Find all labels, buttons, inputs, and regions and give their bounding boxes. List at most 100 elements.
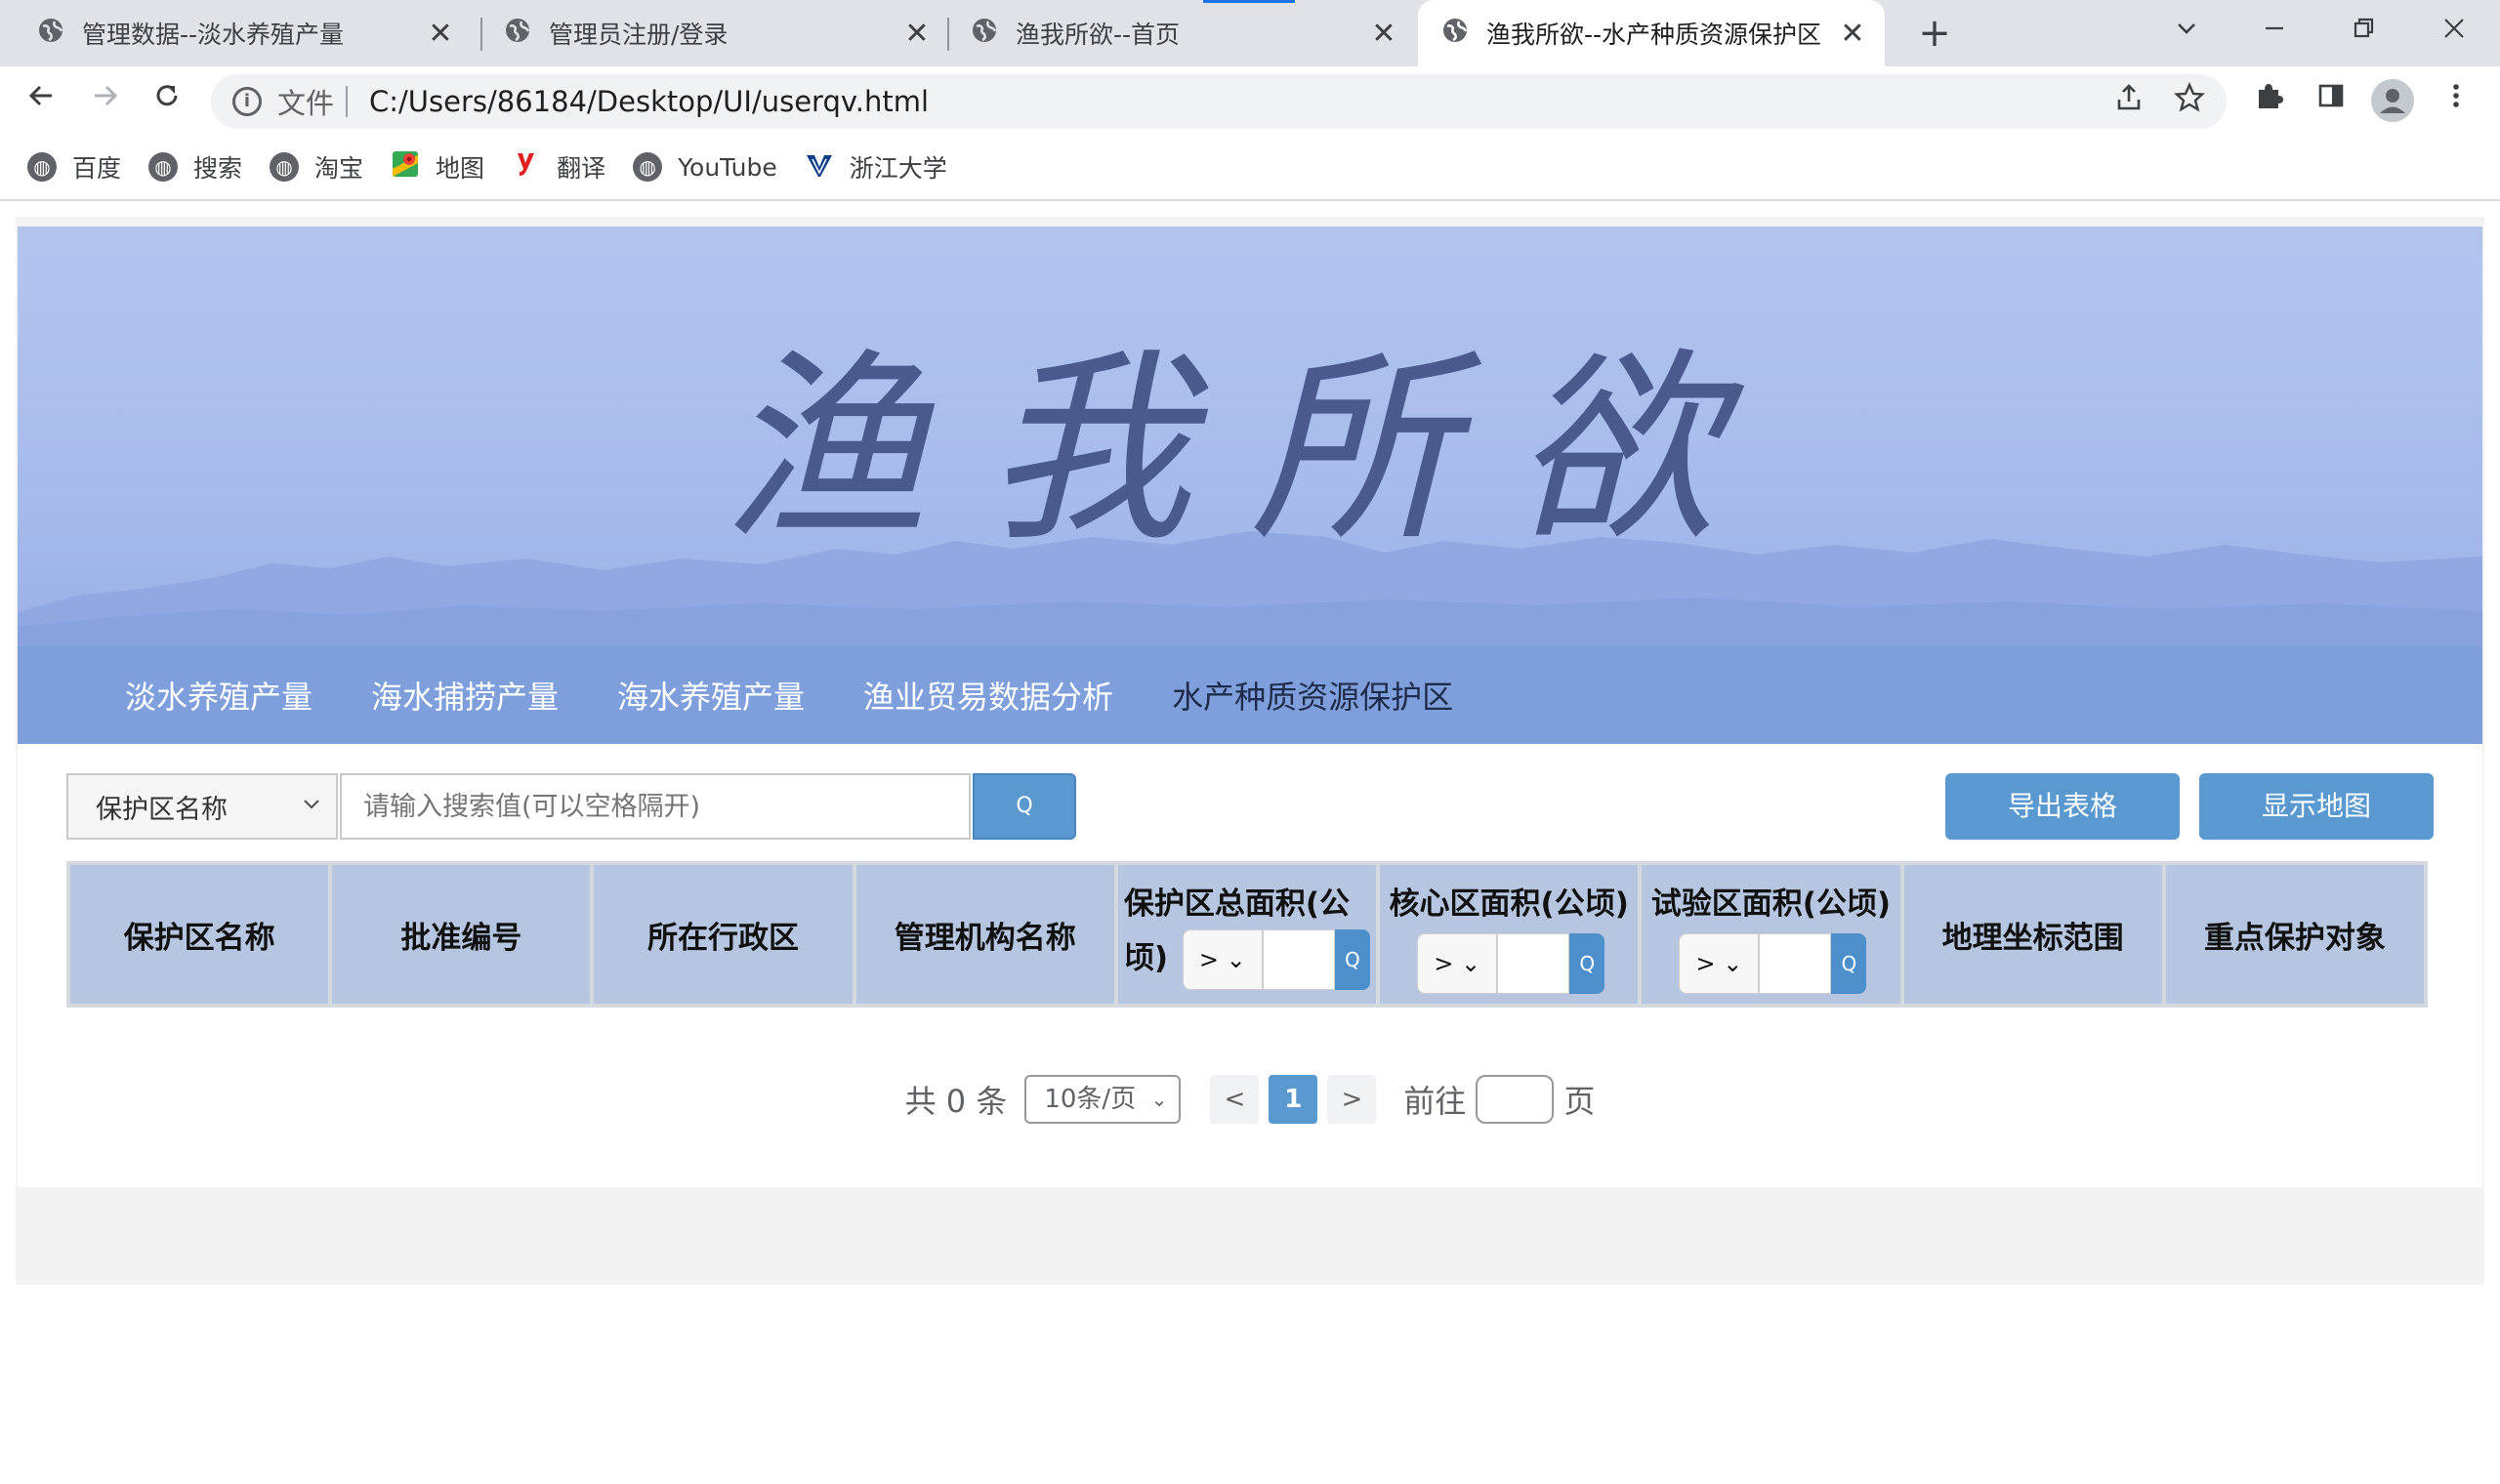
more-menu-icon[interactable] <box>2432 76 2480 125</box>
main-content: 保护区名称 Q 导出表格 显示地图 保护区名称 批准编号 所在行政区 管理机构名… <box>18 744 2482 1187</box>
column-header: 批准编号 <box>328 861 595 1008</box>
nav-trade-analysis[interactable]: 渔业贸易数据分析 <box>863 673 1113 718</box>
bookmark-label: 地图 <box>436 154 485 183</box>
url-text[interactable]: C:/Users/86184/Desktop/UI/userqv.html <box>369 85 929 118</box>
column-header-filterable: 试验区面积(公顷) > ⌄ Q <box>1638 861 1904 1008</box>
search-input[interactable] <box>340 773 971 840</box>
info-icon[interactable]: i <box>232 87 262 116</box>
search-field-select[interactable]: 保护区名称 <box>66 773 338 840</box>
filter-operator-select[interactable]: > ⌄ <box>1182 929 1263 990</box>
globe-icon: ◍ <box>27 152 57 182</box>
column-header-label: 核心区面积(公顷) <box>1389 886 1629 922</box>
filter-operator-select[interactable]: > ⌄ <box>1417 933 1498 995</box>
tab-title: 渔我所欲--首页 <box>1016 21 1181 49</box>
youdao-icon <box>512 149 541 185</box>
filter-operator-select[interactable]: > ⌄ <box>1679 933 1760 995</box>
nav-marine-aquaculture[interactable]: 海水养殖产量 <box>617 673 805 718</box>
column-header-label: 试验区面积(公顷) <box>1650 886 1892 922</box>
extensions-puzzle-icon[interactable] <box>2244 76 2293 125</box>
globe-icon <box>1441 17 1469 50</box>
profile-avatar-icon[interactable] <box>2371 79 2414 122</box>
nav-germplasm-reserves[interactable]: 水产种质资源保护区 <box>1172 673 1453 718</box>
bookmark-maps[interactable]: 地图 <box>391 149 484 185</box>
column-header-label: 顷) <box>1123 940 1169 976</box>
bookmark-label: 淘宝 <box>314 154 364 183</box>
window-close-icon[interactable] <box>2430 8 2479 57</box>
tab-search-chevron-icon[interactable] <box>2162 8 2211 57</box>
bookmark-baidu[interactable]: ◍ 百度 <box>27 149 121 185</box>
show-map-button[interactable]: 显示地图 <box>2199 773 2434 840</box>
bookmark-label: 百度 <box>72 154 122 183</box>
close-icon[interactable]: ✕ <box>422 17 459 51</box>
goto-label: 前往 <box>1403 1083 1467 1120</box>
table-header-row: 保护区名称 批准编号 所在行政区 管理机构名称 保护区总面积(公 顷) > ⌄ … <box>65 861 2429 1008</box>
address-separator <box>346 86 349 117</box>
browser-tab-3[interactable]: 渔我所欲--首页 ✕ <box>934 0 1416 66</box>
total-count: 共 0 条 <box>904 1083 1008 1120</box>
filter-search-button[interactable]: Q <box>1334 929 1370 990</box>
close-icon[interactable]: ✕ <box>898 17 936 51</box>
close-icon[interactable]: ✕ <box>1834 17 1871 51</box>
page-size-value: 10条/页 <box>1044 1085 1137 1114</box>
browser-tab-1[interactable]: 管理数据--淡水养殖产量 ✕ <box>0 0 473 66</box>
bookmark-label: 翻译 <box>557 154 606 183</box>
filter-search-button[interactable]: Q <box>1569 933 1605 995</box>
search-button[interactable]: Q <box>973 773 1076 840</box>
filter-value-input[interactable] <box>1262 929 1335 990</box>
area-filter: > ⌄ Q <box>1679 933 1867 995</box>
column-header: 重点保护对象 <box>2161 861 2429 1008</box>
bookmark-label: 搜索 <box>193 154 243 183</box>
next-page-button[interactable]: > <box>1327 1075 1377 1124</box>
bookmark-zju[interactable]: 浙江大学 <box>805 149 947 185</box>
browser-tab-strip: 管理数据--淡水养殖产量 ✕ 管理员注册/登录 ✕ 渔我所欲--首页 ✕ 渔我所… <box>0 0 2500 66</box>
tab-title: 渔我所欲--水产种质资源保护区 <box>1486 21 1822 49</box>
address-bar[interactable]: i 文件 C:/Users/86184/Desktop/UI/userqv.ht… <box>211 74 2227 129</box>
globe-icon: ◍ <box>633 152 663 182</box>
address-actions <box>2113 82 2205 121</box>
nav-freshwater-aquaculture[interactable]: 淡水养殖产量 <box>125 673 312 718</box>
minimize-icon[interactable] <box>2250 8 2299 57</box>
filter-value-input[interactable] <box>1497 933 1570 995</box>
share-icon[interactable] <box>2113 82 2145 121</box>
globe-icon: ◍ <box>270 152 300 182</box>
bookmark-youtube[interactable]: ◍ YouTube <box>633 152 777 182</box>
filter-search-button[interactable]: Q <box>1831 933 1867 995</box>
chevron-down-icon: ⌄ <box>1150 1088 1168 1111</box>
bookmark-star-icon[interactable] <box>2174 82 2205 121</box>
bookmark-translate[interactable]: 翻译 <box>512 149 605 185</box>
goto-page-input[interactable] <box>1476 1075 1555 1124</box>
bookmark-taobao[interactable]: ◍ 淘宝 <box>270 149 363 185</box>
prev-page-button[interactable]: < <box>1210 1075 1260 1124</box>
nav-marine-fishing[interactable]: 海水捕捞产量 <box>371 673 559 718</box>
bookmark-search[interactable]: ◍ 搜索 <box>148 149 242 185</box>
page-size-select[interactable]: 10条/页 ⌄ <box>1024 1075 1182 1124</box>
new-tab-button[interactable]: + <box>1910 10 1959 59</box>
site-logo-title: 渔我所欲 <box>722 330 1777 569</box>
globe-icon <box>971 17 998 50</box>
column-header-label: 保护区总面积(公 <box>1123 886 1351 922</box>
side-panel-icon[interactable] <box>2307 76 2355 125</box>
bookmarks-bar: ◍ 百度 ◍ 搜索 ◍ 淘宝 地图 翻译 ◍ YouTube 浙江大学 <box>0 135 2500 201</box>
column-header: 所在行政区 <box>590 861 856 1008</box>
tab-title: 管理数据--淡水养殖产量 <box>82 21 345 49</box>
filter-value-input[interactable] <box>1759 933 1832 995</box>
reload-icon[interactable] <box>143 76 191 125</box>
browser-tab-4-active[interactable]: 渔我所欲--水产种质资源保护区 ✕ <box>1418 0 1885 66</box>
site-nav: 淡水养殖产量 海水捕捞产量 海水养殖产量 渔业贸易数据分析 水产种质资源保护区 <box>18 646 2482 744</box>
close-icon[interactable]: ✕ <box>1365 17 1402 51</box>
browser-tab-2[interactable]: 管理员注册/登录 ✕ <box>467 0 949 66</box>
forward-arrow-icon[interactable] <box>80 76 129 125</box>
area-filter: > ⌄ Q <box>1417 933 1605 995</box>
globe-icon <box>504 17 531 50</box>
page-unit-label: 页 <box>1563 1083 1596 1120</box>
zju-icon <box>805 149 834 185</box>
page-number-current[interactable]: 1 <box>1269 1075 1318 1124</box>
restore-icon[interactable] <box>2340 8 2389 57</box>
bookmark-label: YouTube <box>678 152 777 182</box>
back-arrow-icon[interactable] <box>18 76 66 125</box>
globe-icon: ◍ <box>148 152 179 182</box>
column-header: 保护区名称 <box>65 861 333 1008</box>
globe-icon <box>37 17 64 50</box>
export-table-button[interactable]: 导出表格 <box>1945 773 2180 840</box>
scheme-label: 文件 <box>277 87 335 120</box>
